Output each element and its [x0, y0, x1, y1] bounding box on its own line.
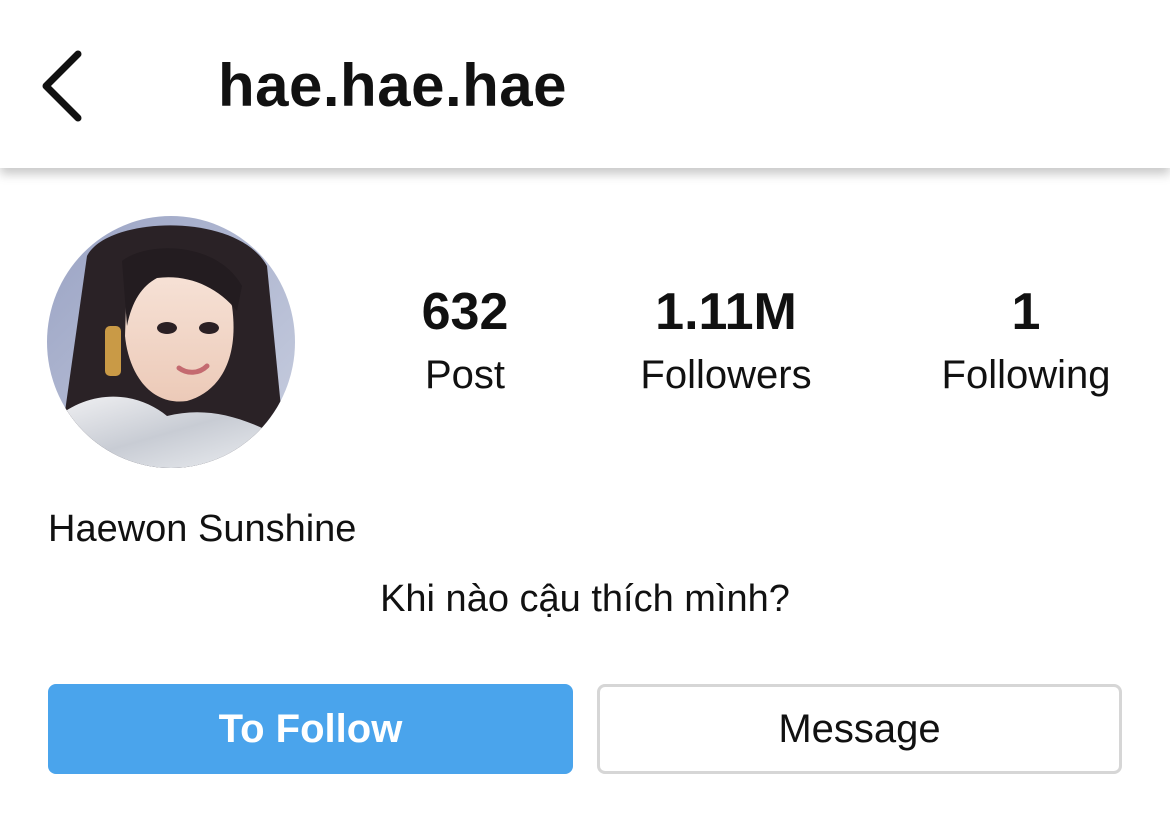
message-button[interactable]: Message — [597, 684, 1122, 774]
chevron-left-icon — [42, 50, 82, 122]
posts-label: Post — [424, 353, 506, 397]
posts-count: 632 — [421, 283, 509, 341]
followers-count: 1.11M — [655, 283, 797, 341]
followers-label: Followers — [640, 353, 812, 397]
display-name: Haewon Sunshine — [48, 508, 357, 550]
posts-stat[interactable]: 632 Post — [380, 282, 550, 400]
followers-stat[interactable]: 1.11M Followers — [610, 282, 842, 400]
profile-username: hae.hae.hae — [218, 52, 568, 119]
following-label: Following — [941, 353, 1111, 397]
following-stat[interactable]: 1 Following — [920, 282, 1132, 400]
back-button[interactable] — [34, 46, 94, 126]
profile-photo — [47, 216, 295, 468]
top-bar: hae.hae.hae — [0, 0, 1170, 168]
following-count: 1 — [1011, 283, 1041, 341]
profile-bio: Khi nào cậu thích mình? — [380, 578, 790, 620]
avatar[interactable] — [47, 216, 295, 468]
follow-button[interactable]: To Follow — [48, 684, 573, 774]
